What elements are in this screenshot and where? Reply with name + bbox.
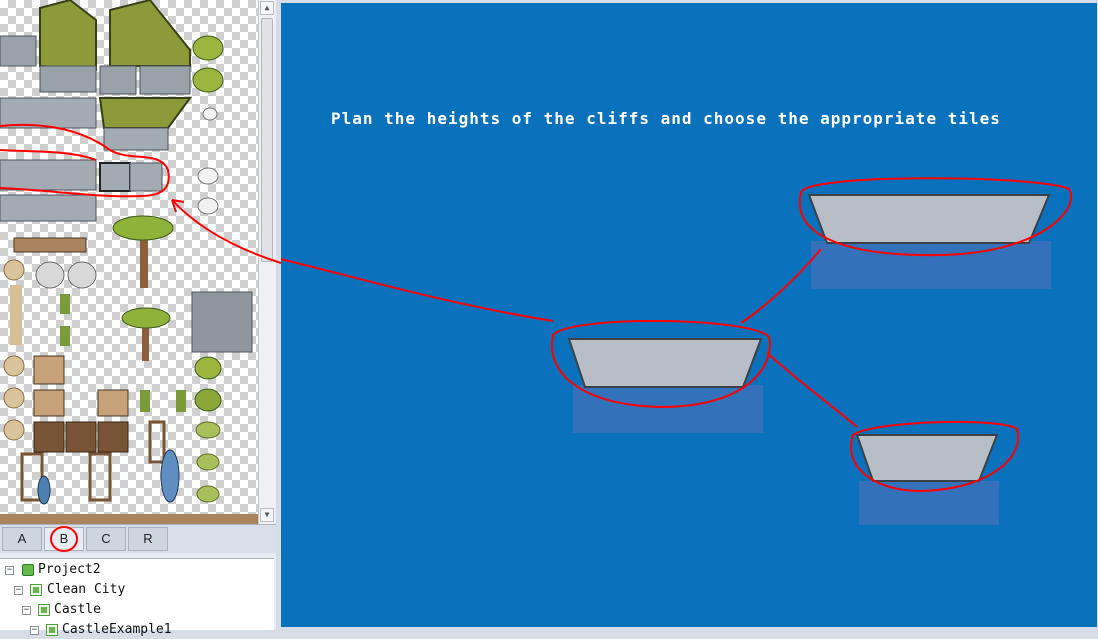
cliff-rock-tile [0, 194, 97, 222]
wooden-door-tile [33, 421, 65, 453]
rock-tile [197, 167, 219, 185]
map-icon [30, 584, 42, 596]
drying-rack-tile [88, 452, 112, 502]
tree-item-label: CastleExample1 [62, 622, 172, 637]
cliff-grass-tile [39, 0, 97, 72]
bush-tile [196, 453, 220, 471]
scroll-down-icon[interactable]: ▼ [260, 508, 274, 522]
sprout-tile [140, 390, 150, 412]
cliff-rock-tile [99, 162, 131, 192]
drying-rack-tile [148, 420, 166, 464]
fence-tile [33, 389, 65, 417]
rope-coil-tile [3, 419, 25, 441]
sprout-tile [60, 326, 70, 346]
cliff-rock-tile [129, 162, 163, 192]
tile-selection-annotation [0, 149, 97, 161]
cliff-rock-tile [103, 127, 169, 151]
fence-tile [33, 355, 65, 385]
tileset-tabs: A B C R [0, 524, 276, 553]
palm-tree-leaves [121, 307, 171, 329]
project-icon [22, 564, 34, 576]
rock-tile [35, 261, 65, 289]
cliff-shadow [811, 241, 1051, 289]
cliff-rock-tile [139, 65, 191, 95]
rope-tile [10, 285, 22, 345]
cliff-grass-tile [109, 0, 191, 67]
rope-coil-tile [3, 355, 25, 377]
bush-tile [196, 485, 220, 503]
tab-r[interactable]: R [128, 527, 168, 551]
tree-item-label: Clean City [47, 582, 126, 597]
fence-tile [97, 389, 129, 417]
cliff-rock-tile [0, 159, 97, 191]
fence-tile [13, 237, 87, 253]
tile-pointer-arrow [281, 258, 554, 322]
connector-line [740, 248, 822, 324]
palm-tree-trunk [140, 238, 148, 288]
fish-tile [160, 449, 180, 503]
collapse-icon[interactable]: − [5, 566, 14, 575]
rock-tile [67, 261, 97, 289]
sprout-tile [176, 390, 186, 412]
project-tree: − Project2 − Clean City − Castle − Castl… [0, 558, 274, 637]
bush-tile [194, 388, 222, 412]
tab-a[interactable]: A [2, 527, 42, 551]
tile-pointer-arrow-head [171, 199, 282, 264]
wooden-door-tile [65, 421, 97, 453]
cliff-rock-tile [0, 97, 97, 129]
cliff-rock-tile [39, 65, 97, 93]
bush-tile [195, 421, 221, 439]
rock-tile [202, 107, 218, 121]
map-canvas[interactable]: Plan the heights of the cliffs and choos… [281, 3, 1097, 627]
rope-coil-tile [3, 387, 25, 409]
scroll-up-icon[interactable]: ▲ [260, 1, 274, 15]
collapse-icon[interactable]: − [22, 606, 31, 615]
map-icon [38, 604, 50, 616]
fish-tile [37, 475, 51, 505]
cliff-rock-tile [0, 35, 37, 67]
wooden-door-tile [97, 421, 129, 453]
tree-item-label: Project2 [38, 562, 101, 577]
bush-tile [192, 67, 224, 93]
map-icon [46, 624, 58, 636]
cliff-rock-tile [191, 291, 253, 353]
palm-tree-trunk [142, 325, 149, 361]
tab-c[interactable]: C [86, 527, 126, 551]
cliff-platform-high [807, 194, 1051, 244]
rope-coil-tile [3, 259, 25, 281]
connector-line [766, 352, 858, 428]
table-tile [0, 514, 258, 524]
tree-item-label: Castle [54, 602, 101, 617]
collapse-icon[interactable]: − [14, 586, 23, 595]
cliff-shadow [859, 481, 999, 525]
bush-tile [192, 35, 224, 61]
bush-tile [194, 356, 222, 380]
sprout-tile [60, 294, 70, 314]
cliff-rock-tile [99, 65, 137, 95]
collapse-icon[interactable]: − [30, 626, 39, 635]
cliff-platform-mid [567, 338, 763, 388]
map-content [281, 177, 1072, 525]
tileset-panel: ▲ ▼ A B C R − Project2 − Clean City − Ca… [0, 0, 276, 637]
cliff-platform-low [855, 434, 999, 482]
cliff-grass-tile [98, 97, 192, 129]
tab-highlight-annotation [50, 526, 78, 552]
